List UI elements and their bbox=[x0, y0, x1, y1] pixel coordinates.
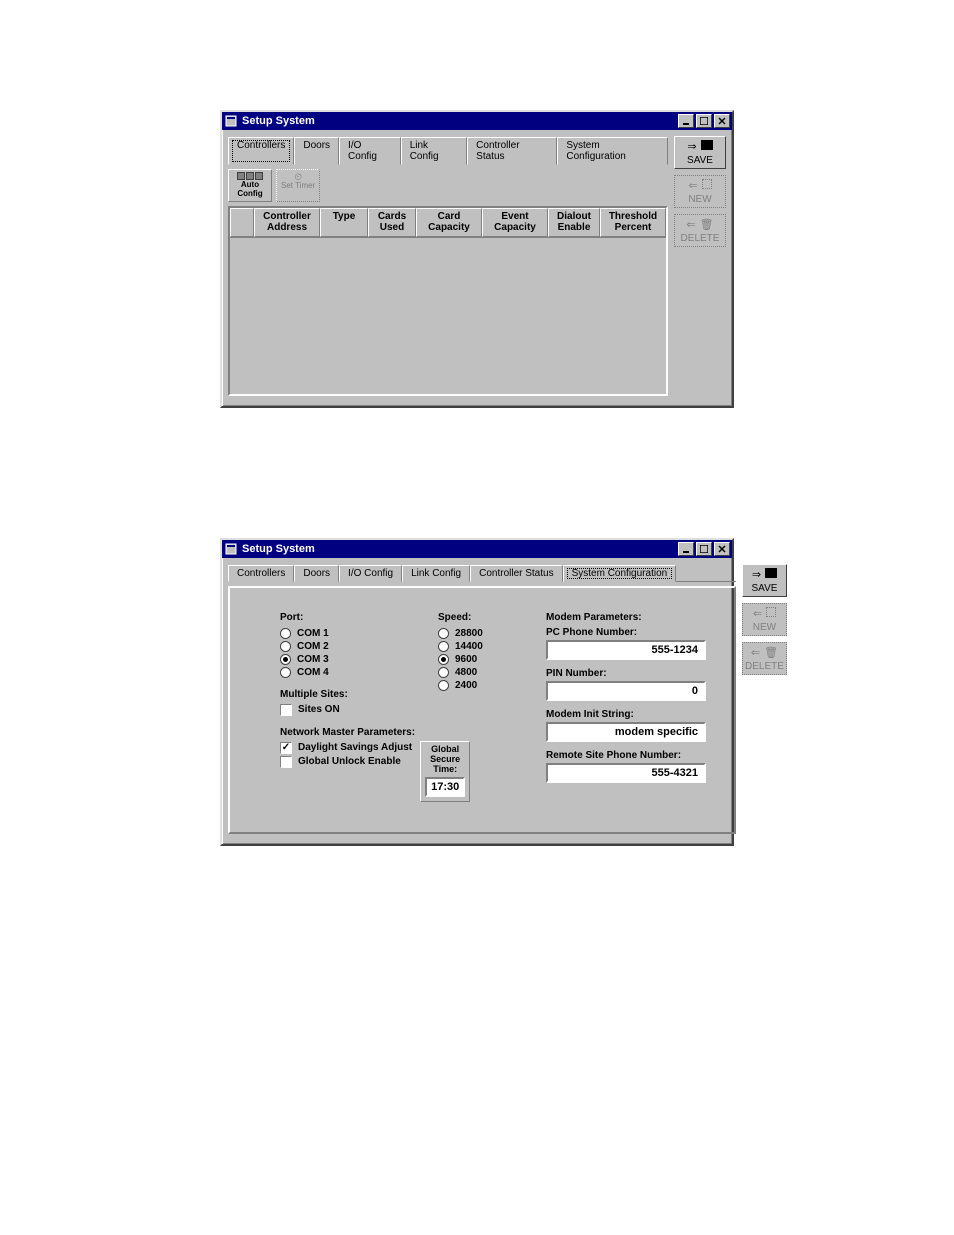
arrow-icon: ⇐ bbox=[688, 179, 697, 192]
auto-config-button[interactable]: AutoConfig bbox=[228, 169, 272, 202]
maximize-button[interactable] bbox=[696, 542, 712, 556]
global-unlock-checkbox[interactable]: Global Unlock Enable bbox=[280, 755, 412, 769]
daylight-savings-checkbox[interactable]: Daylight Savings Adjust bbox=[280, 741, 412, 755]
network-master-label: Network Master Parameters: bbox=[280, 727, 400, 738]
arrow-icon: ⇐ bbox=[753, 607, 762, 620]
save-button[interactable]: ⇒ SAVE bbox=[674, 136, 726, 169]
pin-number-label: PIN Number: bbox=[546, 668, 716, 679]
close-button[interactable] bbox=[714, 542, 730, 556]
tab-link-config[interactable]: Link Config bbox=[402, 565, 470, 582]
modem-init-string-label: Modem Init String: bbox=[546, 709, 716, 720]
new-button: ⇐ NEW bbox=[742, 603, 787, 636]
column-card-capacity[interactable]: CardCapacity bbox=[416, 208, 482, 237]
port-com2[interactable]: COM 2 bbox=[280, 640, 400, 653]
remote-phone-label: Remote Site Phone Number: bbox=[546, 750, 716, 761]
trash-icon: 🗑 bbox=[764, 646, 778, 659]
titlebar[interactable]: Setup System bbox=[222, 540, 732, 558]
tab-controller-status[interactable]: Controller Status bbox=[467, 137, 557, 165]
speed-14400[interactable]: 14400 bbox=[438, 640, 508, 653]
disk-icon bbox=[701, 140, 713, 150]
modem-init-string-input[interactable]: modem specific bbox=[546, 722, 706, 742]
modem-parameters-label: Modem Parameters: bbox=[546, 612, 716, 623]
minimize-button[interactable] bbox=[678, 542, 694, 556]
toolbar: AutoConfig ⏲ Set Timer bbox=[228, 169, 668, 202]
pc-phone-label: PC Phone Number: bbox=[546, 627, 716, 638]
setup-system-window-1: Setup System Controllers Doors I/O Confi… bbox=[220, 110, 734, 408]
controllers-grid: ControllerAddress Type CardsUsed CardCap… bbox=[228, 206, 668, 396]
speed-4800[interactable]: 4800 bbox=[438, 666, 508, 679]
save-button[interactable]: ⇒ SAVE bbox=[742, 564, 787, 597]
column-event-capacity[interactable]: EventCapacity bbox=[482, 208, 548, 237]
window-title: Setup System bbox=[242, 115, 676, 127]
grid-header: ControllerAddress Type CardsUsed CardCap… bbox=[230, 208, 666, 237]
system-menu-icon[interactable] bbox=[224, 542, 238, 556]
trash-icon: 🗑 bbox=[700, 218, 714, 231]
tab-doors[interactable]: Doors bbox=[294, 565, 339, 582]
arrow-right-icon: ⇒ bbox=[752, 568, 761, 581]
tab-system-configuration[interactable]: System Configuration bbox=[557, 137, 668, 165]
system-configuration-panel: Port: COM 1 COM 2 COM 3 COM 4 Multiple S… bbox=[228, 586, 736, 834]
remote-phone-input[interactable]: 555-4321 bbox=[546, 763, 706, 783]
column-threshold-percent[interactable]: ThresholdPercent bbox=[600, 208, 666, 237]
arrow-icon: ⇐ bbox=[751, 646, 760, 659]
setup-system-window-2: Setup System Controllers Doors I/O Confi… bbox=[220, 538, 734, 846]
pin-number-input[interactable]: 0 bbox=[546, 681, 706, 701]
new-button: ⇐ NEW bbox=[674, 175, 726, 208]
tab-link-config[interactable]: Link Config bbox=[401, 137, 467, 165]
speed-label: Speed: bbox=[438, 612, 508, 623]
tab-doors[interactable]: Doors bbox=[294, 137, 339, 165]
new-card-icon bbox=[702, 179, 712, 189]
column-dialout-enable[interactable]: DialoutEnable bbox=[548, 208, 600, 237]
tabs: Controllers Doors I/O Config Link Config… bbox=[228, 136, 668, 165]
close-button[interactable] bbox=[714, 114, 730, 128]
tab-system-configuration[interactable]: System Configuration bbox=[563, 565, 677, 582]
column-type[interactable]: Type bbox=[320, 208, 368, 237]
column-selector[interactable] bbox=[230, 208, 254, 237]
tab-controllers[interactable]: Controllers bbox=[228, 137, 294, 165]
speed-28800[interactable]: 28800 bbox=[438, 627, 508, 640]
delete-button: ⇐🗑 DELETE bbox=[674, 214, 726, 247]
pc-phone-input[interactable]: 555-1234 bbox=[546, 640, 706, 660]
sites-on-checkbox[interactable]: Sites ON bbox=[280, 703, 400, 717]
window-title: Setup System bbox=[242, 543, 676, 555]
speed-2400[interactable]: 2400 bbox=[438, 679, 508, 692]
arrow-icon: ⇐ bbox=[686, 218, 695, 231]
port-com3[interactable]: COM 3 bbox=[280, 653, 400, 666]
arrow-right-icon: ⇒ bbox=[687, 140, 696, 153]
system-menu-icon[interactable] bbox=[224, 114, 238, 128]
set-timer-button[interactable]: ⏲ Set Timer bbox=[276, 169, 320, 202]
tab-controller-status[interactable]: Controller Status bbox=[470, 565, 562, 582]
column-controller-address[interactable]: ControllerAddress bbox=[254, 208, 320, 237]
speed-9600[interactable]: 9600 bbox=[438, 653, 508, 666]
titlebar[interactable]: Setup System bbox=[222, 112, 732, 130]
maximize-button[interactable] bbox=[696, 114, 712, 128]
port-com4[interactable]: COM 4 bbox=[280, 666, 400, 679]
disk-icon bbox=[765, 568, 777, 578]
multiple-sites-label: Multiple Sites: bbox=[280, 689, 400, 700]
tab-controllers[interactable]: Controllers bbox=[228, 565, 294, 582]
tabs: Controllers Doors I/O Config Link Config… bbox=[228, 564, 736, 582]
delete-button: ⇐🗑 DELETE bbox=[742, 642, 787, 675]
port-label: Port: bbox=[280, 612, 400, 623]
new-card-icon bbox=[766, 607, 776, 617]
minimize-button[interactable] bbox=[678, 114, 694, 128]
port-com1[interactable]: COM 1 bbox=[280, 627, 400, 640]
tab-io-config[interactable]: I/O Config bbox=[339, 565, 402, 582]
column-cards-used[interactable]: CardsUsed bbox=[368, 208, 416, 237]
tab-io-config[interactable]: I/O Config bbox=[339, 137, 401, 165]
grid-body[interactable] bbox=[230, 237, 666, 394]
